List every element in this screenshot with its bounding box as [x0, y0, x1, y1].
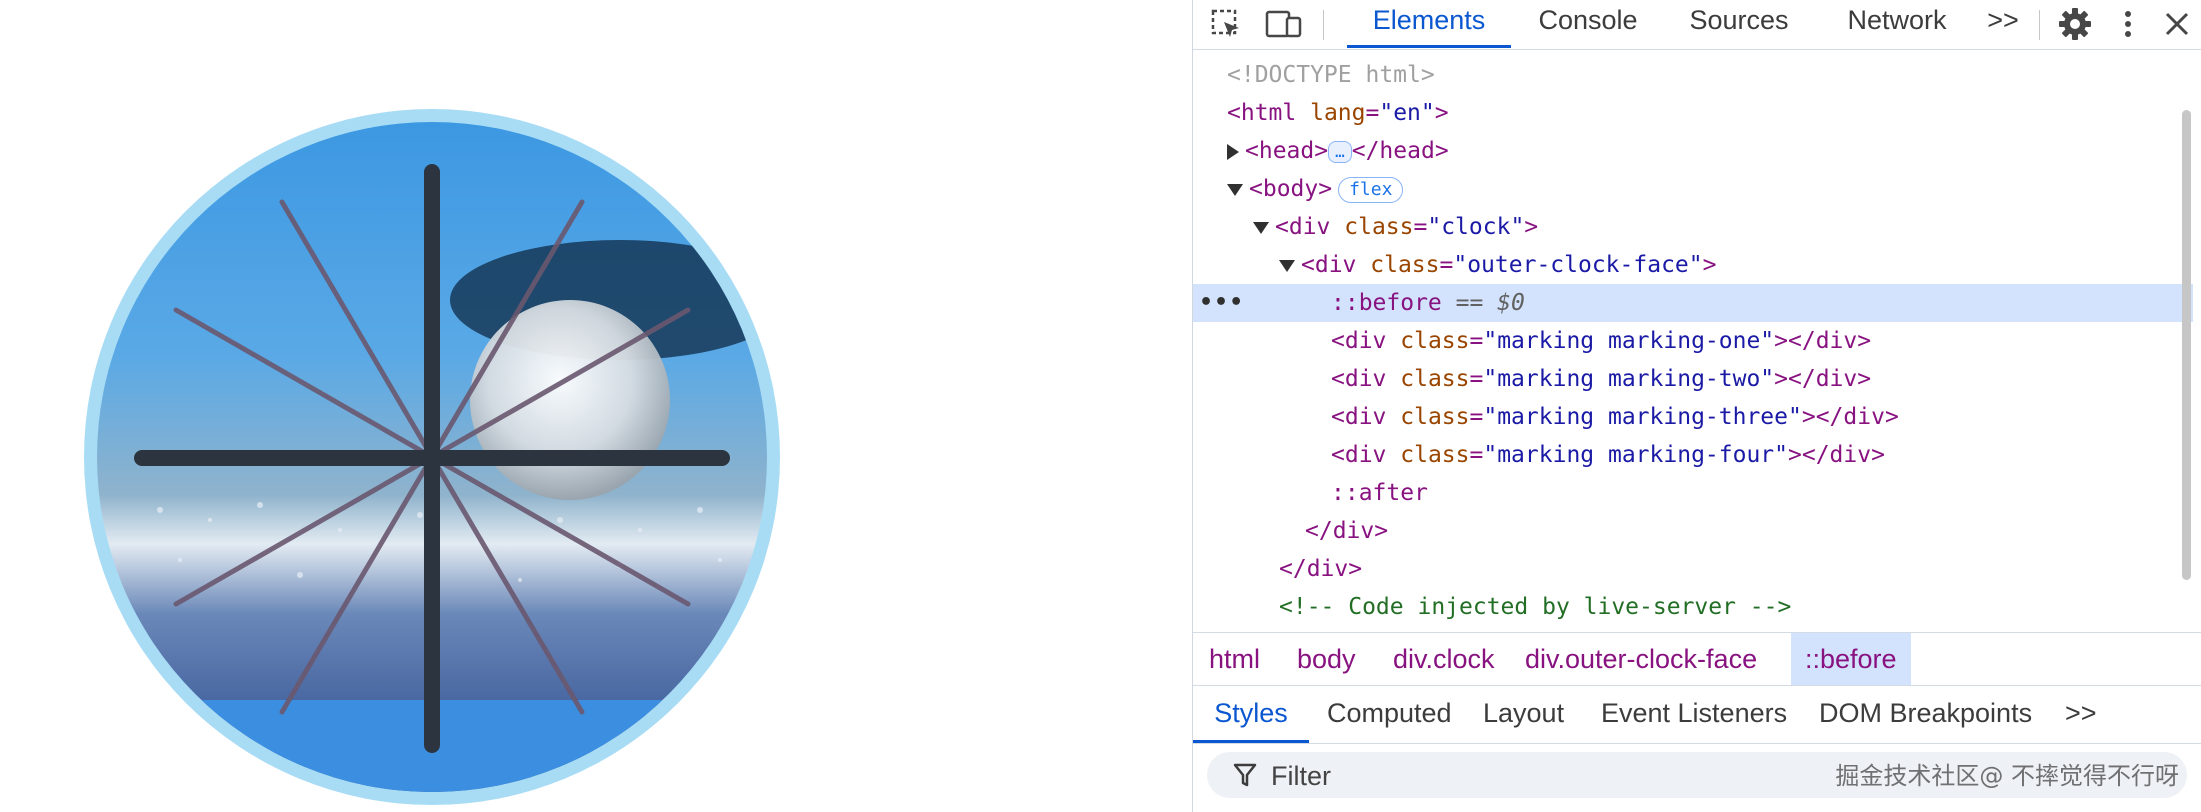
dom-line-comment[interactable]: <!-- Code injected by live-server --> — [1193, 588, 2193, 626]
tab-dom-breakpoints[interactable]: DOM Breakpoints — [1819, 686, 2032, 743]
dom-line-close-div[interactable]: </div> — [1193, 512, 2193, 550]
node-actions-ellipsis-icon[interactable]: ••• — [1199, 284, 1244, 322]
devtools-panel: Elements Console Sources Network >> <!DO… — [1192, 0, 2201, 812]
attr-value: "marking marking-two" — [1483, 366, 1775, 392]
breadcrumb-item-div-clock[interactable]: div.clock — [1379, 633, 1509, 685]
attr-name: class — [1400, 328, 1470, 354]
dom-line-div-outer-clock-face[interactable]: <div class="outer-clock-face"> — [1193, 246, 2193, 284]
attr-name: class — [1400, 442, 1470, 468]
tag-open: <div — [1331, 328, 1387, 354]
tag-open: <div — [1301, 252, 1357, 278]
filter-funnel-icon — [1233, 763, 1257, 787]
breadcrumb-item-div-outer-clock-face[interactable]: div.outer-clock-face — [1511, 633, 1771, 685]
dom-tree-scrollbar[interactable] — [2182, 110, 2191, 580]
tag-open: <html — [1227, 100, 1297, 126]
dom-tree: <!DOCTYPE html> <html lang="en"> <head>…… — [1193, 50, 2193, 632]
attr-name: class — [1370, 252, 1440, 278]
pseudo-element: ::after — [1331, 480, 1428, 506]
tag-close: </div> — [1305, 518, 1389, 544]
tab-styles[interactable]: Styles — [1193, 686, 1309, 743]
attr-name: class — [1400, 366, 1470, 392]
tag-close: ></div> — [1774, 328, 1872, 354]
styles-tabbar: Styles Computed Layout Event Listeners D… — [1193, 686, 2201, 744]
attr-name: lang — [1310, 100, 1366, 126]
tab-layout[interactable]: Layout — [1483, 686, 1564, 743]
collapse-arrow-icon[interactable] — [1227, 183, 1243, 196]
attr-value: "marking marking-three" — [1483, 404, 1802, 430]
breadcrumb-item-html[interactable]: html — [1195, 633, 1274, 685]
breadcrumb-item-body[interactable]: body — [1283, 633, 1370, 685]
watermark-text: 掘金技术社区@ 不摔觉得不行呀 — [1835, 762, 2179, 790]
attr-value: "marking marking-four" — [1483, 442, 1788, 468]
inspect-element-icon[interactable] — [1207, 0, 1245, 48]
tag-close: > — [1434, 100, 1449, 126]
dom-line-marking-three[interactable]: <div class="marking marking-three"></div… — [1193, 398, 2193, 436]
tag-end: </head> — [1351, 138, 1449, 164]
attr-value: "clock" — [1427, 214, 1525, 240]
tag-close: ></div> — [1788, 442, 1885, 468]
tab-console[interactable]: Console — [1523, 0, 1653, 48]
page-viewport — [0, 0, 1192, 812]
dom-line-doctype[interactable]: <!DOCTYPE html> — [1193, 56, 2193, 94]
tag-open: <body> — [1249, 176, 1333, 202]
tab-elements[interactable]: Elements — [1347, 0, 1511, 48]
dom-line-marking-four[interactable]: <div class="marking marking-four"></div> — [1193, 436, 2193, 474]
tag-close: </div> — [1279, 556, 1363, 582]
toolbar-divider — [1323, 10, 1324, 40]
tag-open: <head> — [1245, 138, 1329, 164]
clock — [84, 109, 780, 805]
dom-line-before-selected[interactable]: •••::before == $0 — [1193, 284, 2193, 322]
tab-network[interactable]: Network — [1823, 0, 1971, 48]
collapse-arrow-icon[interactable] — [1253, 221, 1269, 234]
tag-open: <div — [1331, 404, 1387, 430]
doctype-text: <!DOCTYPE html> — [1227, 62, 1435, 88]
tab-computed[interactable]: Computed — [1327, 686, 1452, 743]
comment-text: <!-- Code injected by live-server --> — [1279, 594, 1792, 620]
tag-close: ></div> — [1774, 366, 1872, 392]
breadcrumb-item-before[interactable]: ::before — [1791, 633, 1911, 685]
styles-filter-row: 掘金技术社区@ 不摔觉得不行呀 — [1193, 744, 2201, 812]
dom-line-head[interactable]: <head>… </head> — [1193, 132, 2193, 170]
expand-arrow-icon[interactable] — [1227, 143, 1239, 160]
attr-name: class — [1344, 214, 1414, 240]
tag-close: > — [1702, 252, 1717, 278]
pseudo-element: ::before — [1331, 290, 1442, 316]
tag-close: ></div> — [1801, 404, 1899, 430]
tag-open: <div — [1275, 214, 1331, 240]
filter-input[interactable] — [1269, 756, 1873, 796]
collapsed-ellipsis-badge[interactable]: … — [1328, 140, 1352, 163]
devtools-toolbar: Elements Console Sources Network >> — [1193, 0, 2201, 50]
more-tabs-icon[interactable]: >> — [1983, 0, 2023, 48]
attr-value: "marking marking-one" — [1483, 328, 1775, 354]
attr-value: "outer-clock-face" — [1453, 252, 1703, 278]
flex-badge[interactable]: flex — [1338, 176, 1404, 203]
device-toolbar-icon[interactable] — [1263, 0, 1305, 48]
settings-gear-icon[interactable] — [2055, 0, 2095, 48]
dom-line-after[interactable]: ::after — [1193, 474, 2193, 512]
toolbar-divider — [2039, 10, 2040, 40]
dom-line-marking-two[interactable]: <div class="marking marking-two"></div> — [1193, 360, 2193, 398]
tag-open: <div — [1331, 442, 1387, 468]
close-icon[interactable] — [2159, 0, 2195, 48]
more-tabs-icon[interactable]: >> — [2065, 686, 2097, 743]
dom-line-body[interactable]: <body> flex — [1193, 170, 2193, 208]
breadcrumb: html body div.clock div.outer-clock-face… — [1193, 632, 2201, 686]
tab-event-listeners[interactable]: Event Listeners — [1601, 686, 1787, 743]
dom-line-div-clock[interactable]: <div class="clock"> — [1193, 208, 2193, 246]
dom-line-html[interactable]: <html lang="en"> — [1193, 94, 2193, 132]
more-options-icon[interactable] — [2113, 0, 2143, 48]
tab-sources[interactable]: Sources — [1671, 0, 1807, 48]
dom-line-close-div[interactable]: </div> — [1193, 550, 2193, 588]
selected-marker: == $0 — [1455, 290, 1525, 316]
attr-value: "en" — [1379, 100, 1435, 126]
attr-name: class — [1400, 404, 1470, 430]
dom-line-marking-one[interactable]: <div class="marking marking-one"></div> — [1193, 322, 2193, 360]
tag-close: > — [1524, 214, 1539, 240]
collapse-arrow-icon[interactable] — [1279, 259, 1295, 272]
tag-open: <div — [1331, 366, 1387, 392]
